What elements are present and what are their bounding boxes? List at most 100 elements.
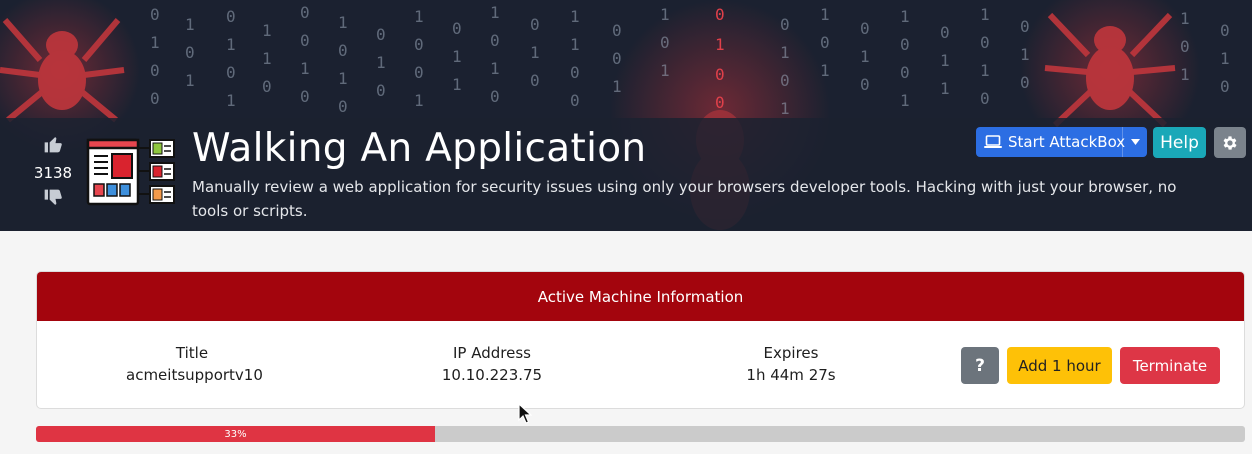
svg-text:1: 1 [660, 5, 670, 24]
svg-text:0: 0 [612, 49, 622, 68]
svg-text:0: 0 [376, 81, 386, 100]
svg-text:1: 1 [1220, 49, 1230, 68]
svg-text:0: 0 [414, 63, 424, 82]
add-hour-button[interactable]: Add 1 hour [1007, 347, 1112, 384]
svg-text:0: 0 [452, 19, 462, 38]
svg-text:0: 0 [185, 43, 195, 62]
svg-text:1: 1 [940, 51, 950, 70]
svg-text:0: 0 [715, 5, 725, 24]
svg-text:1: 1 [940, 79, 950, 98]
svg-text:0: 0 [414, 35, 424, 54]
svg-text:1: 1 [262, 49, 272, 68]
room-progress-fill: 33% [36, 426, 435, 442]
svg-text:1: 1 [780, 43, 790, 62]
settings-button[interactable] [1214, 127, 1246, 158]
svg-text:0: 0 [1220, 77, 1230, 96]
machine-title-column: Title acmeitsupportv10 [126, 344, 263, 384]
active-machine-header: Active Machine Information [37, 272, 1244, 321]
svg-text:0: 0 [300, 31, 310, 50]
svg-text:1: 1 [226, 35, 236, 54]
svg-text:1: 1 [150, 33, 160, 52]
svg-text:0: 0 [300, 3, 310, 22]
svg-text:0: 0 [715, 93, 725, 112]
room-progress-bar: 33% [36, 426, 1245, 442]
svg-text:0: 0 [530, 15, 540, 34]
svg-text:0: 0 [980, 89, 990, 108]
svg-text:0: 0 [226, 7, 236, 26]
caret-down-icon [1130, 139, 1140, 145]
svg-text:1: 1 [185, 15, 195, 34]
svg-text:1: 1 [1020, 45, 1030, 64]
svg-text:1: 1 [1180, 65, 1190, 84]
svg-text:1: 1 [376, 53, 386, 72]
svg-text:0: 0 [780, 71, 790, 90]
svg-text:1: 1 [530, 43, 540, 62]
laptop-icon [984, 135, 1002, 148]
terminate-button[interactable]: Terminate [1120, 347, 1220, 384]
attackbox-dropdown-toggle[interactable] [1122, 127, 1147, 157]
svg-text:0: 0 [940, 23, 950, 42]
svg-text:0: 0 [338, 41, 348, 60]
svg-text:1: 1 [980, 5, 990, 24]
room-description: Manually review a web application for se… [192, 178, 1177, 220]
machine-title-value: acmeitsupportv10 [126, 366, 263, 384]
svg-text:0: 0 [530, 71, 540, 90]
machine-help-button[interactable]: ? [961, 347, 999, 384]
svg-text:1: 1 [226, 91, 236, 110]
svg-text:1: 1 [452, 75, 462, 94]
page-title: Walking An Application [192, 126, 647, 171]
vote-widget: 3138 [30, 134, 76, 212]
svg-text:0: 0 [900, 63, 910, 82]
svg-text:1: 1 [820, 61, 830, 80]
mouse-cursor-icon [518, 403, 532, 424]
svg-text:0: 0 [1220, 21, 1230, 40]
thumbs-down-icon[interactable] [30, 188, 76, 212]
svg-text:0: 0 [490, 87, 500, 106]
machine-expires-value: 1h 44m 27s [746, 366, 836, 384]
help-button[interactable]: Help [1153, 127, 1206, 158]
svg-text:0: 0 [715, 65, 725, 84]
active-machine-card: Active Machine Information Title acmeits… [36, 271, 1245, 409]
svg-text:0: 0 [490, 31, 500, 50]
svg-text:0: 0 [780, 15, 790, 34]
start-attackbox-button[interactable]: Start AttackBox [976, 127, 1147, 157]
svg-text:0: 0 [338, 97, 348, 116]
svg-text:1: 1 [980, 61, 990, 80]
gear-icon [1223, 135, 1237, 150]
svg-text:1: 1 [262, 21, 272, 40]
svg-text:0: 0 [980, 33, 990, 52]
svg-text:0: 0 [226, 63, 236, 82]
svg-text:1: 1 [1180, 9, 1190, 28]
svg-text:1: 1 [570, 35, 580, 54]
svg-text:0: 0 [570, 91, 580, 110]
svg-text:0: 0 [300, 87, 310, 106]
machine-ip-column: IP Address 10.10.223.75 [425, 344, 559, 384]
svg-text:1: 1 [900, 91, 910, 110]
svg-text:1: 1 [860, 47, 870, 66]
thumbs-up-icon[interactable] [30, 134, 76, 158]
machine-expires-label: Expires [763, 344, 819, 362]
svg-text:0: 0 [150, 89, 160, 108]
svg-text:0: 0 [570, 63, 580, 82]
svg-text:0: 0 [900, 35, 910, 54]
vote-count: 3138 [33, 164, 73, 182]
svg-text:0: 0 [262, 77, 272, 96]
svg-text:0: 0 [150, 5, 160, 24]
svg-text:1: 1 [820, 5, 830, 24]
svg-text:0: 0 [612, 21, 622, 40]
svg-text:1: 1 [338, 69, 348, 88]
svg-text:1: 1 [338, 13, 348, 32]
svg-text:0: 0 [860, 75, 870, 94]
svg-text:1: 1 [452, 47, 462, 66]
svg-text:1: 1 [490, 3, 500, 22]
machine-ip-value: 10.10.223.75 [441, 366, 543, 384]
svg-text:1: 1 [780, 99, 790, 118]
web-page-inspect-icon [86, 138, 175, 206]
svg-text:1: 1 [612, 77, 622, 96]
svg-text:0: 0 [660, 33, 670, 52]
svg-text:1: 1 [900, 7, 910, 26]
svg-text:1: 1 [185, 71, 195, 90]
svg-text:0: 0 [150, 61, 160, 80]
svg-text:1: 1 [660, 61, 670, 80]
svg-text:1: 1 [414, 91, 424, 110]
